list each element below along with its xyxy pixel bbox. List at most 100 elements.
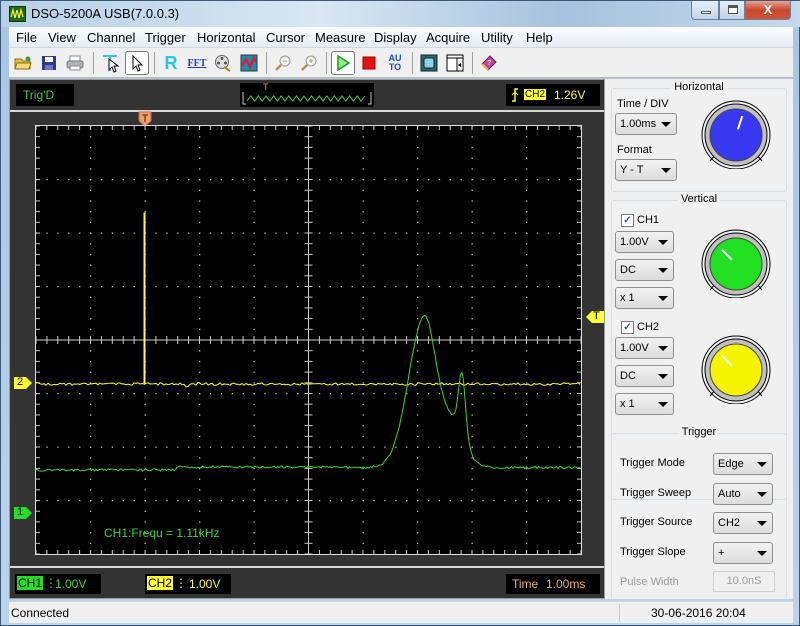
menu-horizontal[interactable]: Horizontal [197,30,256,45]
auto-button[interactable]: AU TO [383,51,407,75]
menu-utility[interactable]: Utility [481,30,513,45]
memory-position-bar[interactable]: T [240,82,374,107]
ch1-probe-select[interactable]: x 1 [615,287,674,309]
grid-dot [482,286,484,288]
trigger-level-marker[interactable]: T [585,310,605,324]
menu-trigger[interactable]: Trigger [145,30,186,45]
grid-dot [253,275,255,277]
grid-dot [504,393,506,395]
ch2-volts-knob[interactable] [696,334,776,404]
grid-dot [79,500,81,502]
ch1-volts-knob[interactable] [696,228,776,298]
maximize-button[interactable] [719,1,745,20]
ch1-coupling-select[interactable]: DC [615,259,674,281]
grid-dot [417,136,419,138]
time-div-select[interactable]: 1.00ms [615,113,677,135]
grid-dot [362,253,364,256]
status-bar: Connected 30-06-2016 20:04 [9,601,793,623]
ch1-volts-select[interactable]: 1.00V [615,231,674,253]
grid-dot [46,179,48,181]
grid-dot [144,521,146,523]
print-button[interactable] [63,51,87,75]
grid-dot [57,393,59,395]
close-button[interactable]: X [745,1,791,20]
grid-dot [253,500,255,502]
run-button[interactable] [331,51,355,75]
grid-dot [329,232,332,234]
grid-dot [362,275,364,277]
grid-dot [504,500,506,502]
minimize-button[interactable] [691,1,719,20]
zoom-in-button[interactable] [297,51,321,75]
menu-acquire[interactable]: Acquire [426,30,470,45]
grid-dot [351,286,353,288]
grid-dot [90,275,92,277]
fullscreen-button[interactable] [417,51,441,75]
grid-dot [68,500,70,502]
panel-toggle-button[interactable] [443,51,467,75]
grid-dot [526,532,528,534]
grid-dot [362,403,364,405]
grid-dot [482,393,484,395]
pointer-button[interactable] [125,51,149,75]
help-button[interactable]: ? [477,51,501,75]
menu-file[interactable]: File [16,30,37,45]
grid-dot [449,500,451,502]
grid-dot [406,179,408,181]
menu-measure[interactable]: Measure [315,30,366,45]
menu-channel[interactable]: Channel [87,30,135,45]
grid-dot [417,264,419,266]
grid-dot [166,393,168,395]
menu-display[interactable]: Display [374,30,417,45]
ch1-checkbox[interactable]: ✓ [621,214,634,227]
grid-dot [264,393,266,395]
ch2-ground-marker[interactable]: 2 [13,376,33,390]
menu-view[interactable]: View [48,30,76,45]
grid-dot [471,382,473,384]
grid-dot [253,350,255,352]
grid-dot [90,296,92,298]
cursor-t-button[interactable] [99,51,123,75]
fft-button[interactable]: FFT [185,51,209,75]
grid-dot [417,286,419,288]
save-button[interactable] [37,51,61,75]
zoom-out-button[interactable] [271,51,295,75]
grid-dot [460,500,462,502]
waveform-plot[interactable]: CH1:Frequ = 1.11kHz [35,125,582,555]
grid-dot [417,350,419,352]
grid-dot [318,446,321,448]
trigger-slope-select[interactable]: + [713,542,773,564]
grid-dot [57,232,59,234]
ch2-volts-select[interactable]: 1.00V [615,337,674,359]
ch2-coupling-select[interactable]: DC [615,365,674,387]
trigger-mode-select[interactable]: Edge [713,453,773,475]
grid-dot [384,179,386,181]
trigger-sweep-select[interactable]: Auto [713,483,773,505]
grid-dot [526,393,528,395]
reference-button[interactable]: R [159,51,183,75]
ch2-checkbox[interactable]: ✓ [621,321,634,334]
menu-help[interactable]: Help [526,30,553,45]
record-button[interactable] [211,51,235,75]
format-select[interactable]: Y - T [615,159,677,181]
grid-dot [90,435,92,438]
grid-dot [144,200,146,202]
ch2-probe-select[interactable]: x 1 [615,393,674,415]
grid-dot [188,232,190,234]
pulse-width-value: 10.0nS [726,575,762,587]
grid-dot [384,393,386,395]
grid-dot [526,350,528,352]
reference-r-icon: R [164,52,178,73]
grid-dot [199,264,201,266]
ch1-ground-marker[interactable]: 1 [13,506,33,520]
trigger-source-select[interactable]: CH2 [713,512,773,534]
menu-cursor[interactable]: Cursor [266,30,305,45]
display-wave-button[interactable] [237,51,261,75]
open-button[interactable] [11,51,35,75]
stop-button[interactable] [357,51,381,75]
grid-dot [79,179,81,181]
timebase-knob[interactable] [696,99,776,169]
grid-dot [395,393,397,395]
grid-dot [297,446,299,448]
grid-dot [351,179,353,181]
